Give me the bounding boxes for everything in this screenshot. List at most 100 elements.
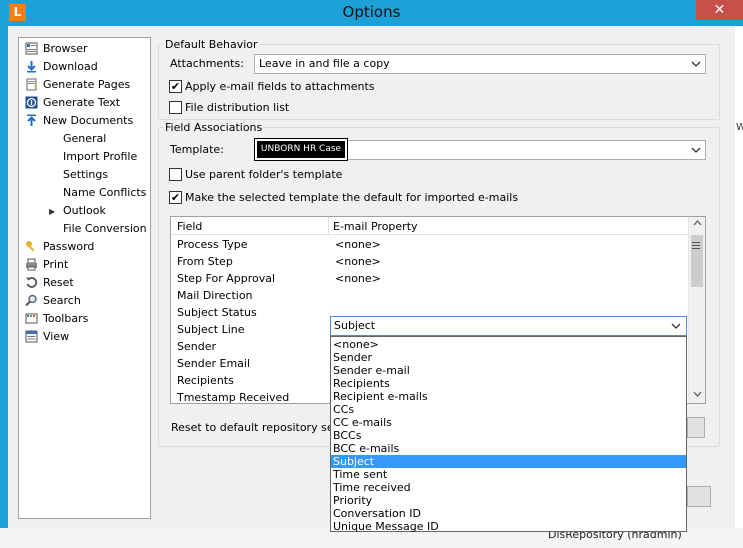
file-distribution-checkbox[interactable] xyxy=(169,101,182,114)
tree-item-label: Toolbars xyxy=(43,312,89,325)
tree-item-label: Settings xyxy=(63,168,109,181)
tree-item-browser[interactable]: Browser xyxy=(25,40,88,58)
column-header-email-property[interactable]: E-mail Property xyxy=(333,220,418,233)
table-row[interactable]: Step For Approval <none> xyxy=(171,270,689,287)
apply-fields-checkbox[interactable]: ✔ xyxy=(169,80,182,93)
tree-item-label: Generate Text xyxy=(43,96,121,109)
tree-item-new-documents[interactable]: New Documents xyxy=(25,112,133,130)
tree-item-view[interactable]: View xyxy=(25,328,69,346)
tree-item-print[interactable]: Print xyxy=(25,256,68,274)
generate-pages-icon xyxy=(25,78,38,91)
tree-item-generate-pages[interactable]: Generate Pages xyxy=(25,76,130,94)
property-cell[interactable]: <none> xyxy=(335,255,381,268)
reset-icon xyxy=(25,276,38,289)
use-parent-template-checkbox[interactable] xyxy=(169,168,182,181)
tree-item-download[interactable]: Download xyxy=(25,58,98,76)
download-icon xyxy=(25,60,38,73)
chevron-down-icon xyxy=(691,55,701,80)
dropdown-option[interactable]: Unique Message ID xyxy=(331,520,686,533)
tree-item-general[interactable]: General xyxy=(63,130,106,148)
tree-item-label: Outlook xyxy=(63,204,106,217)
property-cell[interactable]: <none> xyxy=(335,272,381,285)
grid-header: Field E-mail Property xyxy=(171,217,689,235)
tree-item-password[interactable]: Password xyxy=(25,238,94,256)
dropdown-option[interactable]: Conversation ID xyxy=(331,507,686,520)
tree-item-label: View xyxy=(43,330,70,343)
template-label: Template: xyxy=(170,143,224,156)
new-documents-icon xyxy=(25,114,38,127)
field-cell: Process Type xyxy=(177,238,248,251)
print-icon xyxy=(25,258,38,271)
table-row[interactable]: Mail Direction xyxy=(171,287,689,304)
dialog-button[interactable] xyxy=(687,486,711,507)
tree-item-label: Print xyxy=(43,258,69,271)
reset-default-button[interactable] xyxy=(687,417,705,438)
search-icon xyxy=(25,294,38,307)
reset-default-label: Reset to default repository settin xyxy=(171,421,353,434)
attachments-select[interactable]: Leave in and file a copy xyxy=(254,54,706,74)
generate-text-icon xyxy=(25,96,38,109)
tree-item-settings[interactable]: Settings xyxy=(63,166,108,184)
background-window-edge xyxy=(735,26,743,548)
dropdown-option[interactable]: BCCs xyxy=(331,429,686,442)
tree-item-label: Import Profile xyxy=(63,150,138,163)
tree-item-label: New Documents xyxy=(43,114,134,127)
column-header-field[interactable]: Field xyxy=(177,220,202,233)
close-button[interactable]: ✕ xyxy=(696,0,743,20)
column-separator[interactable] xyxy=(328,217,329,235)
dropdown-option[interactable]: <none> xyxy=(331,338,686,351)
email-property-dropdown-list[interactable]: <none> Sender Sender e-mail Recipients R… xyxy=(330,336,687,533)
dropdown-option[interactable]: BCC e-mails xyxy=(331,442,686,455)
tree-item-generate-text[interactable]: Generate Text xyxy=(25,94,120,112)
scroll-up-arrow-icon[interactable] xyxy=(693,219,702,230)
table-row[interactable]: From Step <none> xyxy=(171,253,689,270)
field-cell: Tmestamp Received xyxy=(177,391,290,404)
attachments-label: Attachments: xyxy=(170,57,244,70)
toolbars-icon xyxy=(25,312,38,325)
tree-item-outlook[interactable]: Outlook xyxy=(63,202,106,220)
options-category-tree[interactable]: Browser Download Generate Pages Generate… xyxy=(18,37,151,519)
dropdown-option[interactable]: Sender xyxy=(331,351,686,364)
property-cell[interactable]: <none> xyxy=(335,238,381,251)
field-cell: Sender Email xyxy=(177,357,251,370)
tree-item-file-conversion[interactable]: File Conversion xyxy=(63,220,147,238)
dropdown-option[interactable]: CC e-mails xyxy=(331,416,686,429)
title-bar[interactable]: L Options ✕ xyxy=(0,0,743,26)
template-value: UNBORN HR Case xyxy=(254,138,348,161)
dropdown-option[interactable]: Time received xyxy=(331,481,686,494)
dropdown-option[interactable]: Recipient e-mails xyxy=(331,390,686,403)
scroll-down-arrow-icon[interactable] xyxy=(693,390,702,401)
tree-item-label: Reset xyxy=(43,276,74,289)
scroll-grip-icon xyxy=(692,241,700,253)
tree-expander-outlook[interactable]: ▶ xyxy=(49,207,55,216)
dropdown-option[interactable]: Priority xyxy=(331,494,686,507)
table-row[interactable]: Process Type <none> xyxy=(171,236,689,253)
attachments-value: Leave in and file a copy xyxy=(259,57,390,70)
field-cell: Mail Direction xyxy=(177,289,253,302)
tree-item-label: Generate Pages xyxy=(43,78,131,91)
tree-item-toolbars[interactable]: Toolbars xyxy=(25,310,88,328)
field-associations-label: Field Associations xyxy=(164,121,264,134)
dropdown-option[interactable]: CCs xyxy=(331,403,686,416)
tree-item-label: File Conversion xyxy=(63,222,147,235)
field-cell: From Step xyxy=(177,255,233,268)
dropdown-option-selected[interactable]: Subject xyxy=(331,455,686,468)
tree-item-import-profile[interactable]: Import Profile xyxy=(63,148,137,166)
key-icon xyxy=(25,240,38,253)
dropdown-option[interactable]: Recipients xyxy=(331,377,686,390)
grid-vertical-scrollbar[interactable] xyxy=(688,217,705,403)
tree-item-label: Search xyxy=(43,294,81,307)
make-default-checkbox[interactable]: ✔ xyxy=(169,191,182,204)
background-edge-text: W xyxy=(736,122,743,133)
tree-item-name-conflicts[interactable]: Name Conflicts xyxy=(63,184,146,202)
use-parent-template-label: Use parent folder's template xyxy=(185,168,343,181)
browser-icon xyxy=(25,42,38,55)
file-distribution-label: File distribution list xyxy=(185,101,290,114)
dropdown-option[interactable]: Sender e-mail xyxy=(331,364,686,377)
tree-item-label: Browser xyxy=(43,42,88,55)
email-property-select[interactable]: Subject xyxy=(330,316,687,336)
dropdown-option[interactable]: Time sent xyxy=(331,468,686,481)
tree-item-reset[interactable]: Reset xyxy=(25,274,74,292)
email-property-selected-value: Subject xyxy=(334,319,376,332)
tree-item-search[interactable]: Search xyxy=(25,292,81,310)
